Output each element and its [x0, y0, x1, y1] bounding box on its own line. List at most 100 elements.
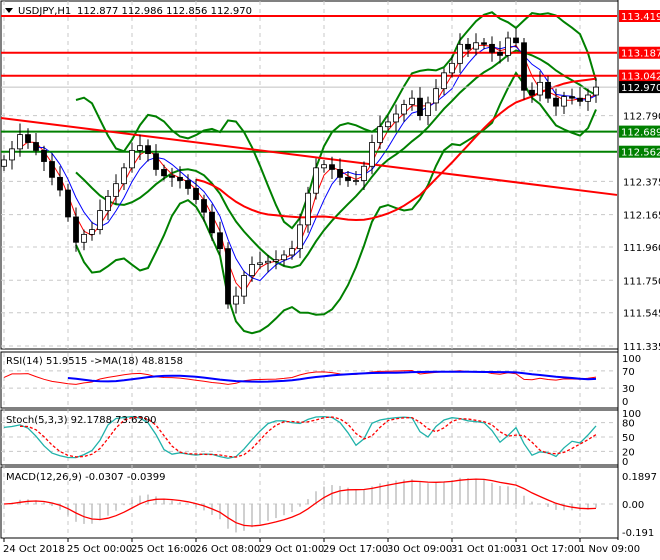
- main-price-panel: [0, 11, 618, 335]
- bear-candle: [169, 175, 175, 178]
- bear-candle: [57, 176, 63, 191]
- price-level-label: 113.187: [621, 49, 660, 60]
- bull-candle: [121, 167, 127, 185]
- bull-candle: [113, 183, 119, 197]
- ohlc-values: 112.877 112.986 112.856 112.970: [77, 6, 252, 17]
- price-tick-label: 111.335: [623, 342, 660, 353]
- bull-candle: [241, 275, 247, 297]
- bear-candle: [529, 89, 535, 96]
- bull-candle: [137, 145, 143, 151]
- bear-candle: [225, 248, 231, 305]
- time-tick-label: 25 Oct 16:00: [131, 544, 196, 555]
- rsi-tick-label: 0: [622, 397, 628, 408]
- bollinger-lower-band: [75, 71, 597, 335]
- bear-candle: [577, 97, 583, 102]
- indicator-panels: 100 70 30 0 RSI(14) 51.9515 ->MA(18) 48.8158…: [1, 354, 657, 539]
- rsi-tick-label: 70: [622, 367, 635, 378]
- bear-candle: [497, 51, 503, 56]
- bull-candle: [1, 159, 7, 167]
- bear-candle: [481, 42, 487, 45]
- bull-candle: [273, 259, 279, 262]
- bull-candle: [233, 295, 239, 305]
- bear-candle: [569, 96, 575, 99]
- bear-candle: [337, 169, 343, 178]
- price-tick-label: 112.790: [623, 112, 660, 123]
- bull-candle: [425, 102, 431, 117]
- bull-candle: [81, 233, 87, 243]
- price-tick-label: 111.545: [623, 309, 660, 320]
- bear-candle: [49, 161, 55, 178]
- bull-candle: [281, 254, 287, 261]
- bull-candle: [257, 262, 263, 265]
- bear-candle: [65, 189, 71, 218]
- bull-candle: [393, 113, 399, 123]
- time-axis: 24 Oct 2018 25 Oct 00:0025 Oct 16:0026 Oc…: [3, 538, 640, 555]
- stoch-tick-label: 80: [622, 419, 635, 430]
- bear-candle: [177, 176, 183, 181]
- chart-canvas[interactable]: 113.419 113.187 113.042112.970 112.790 112.6…: [0, 0, 660, 560]
- bull-candle: [265, 260, 271, 264]
- time-tick-label: 29 Oct 17:00: [323, 544, 388, 555]
- macd-tick-label: 0.00: [622, 500, 644, 511]
- bear-candle: [41, 150, 47, 162]
- stoch-tick-label: 50: [622, 433, 635, 444]
- price-level-label: 113.419: [621, 12, 660, 23]
- bear-candle: [545, 81, 551, 99]
- bear-candle: [553, 97, 559, 107]
- macd-tick-label: 0.1897: [622, 472, 657, 483]
- bull-candle: [305, 192, 311, 226]
- bull-candle: [17, 134, 23, 150]
- time-tick-label: 1 Nov 09:00: [579, 544, 640, 555]
- bear-candle: [217, 232, 223, 250]
- bull-candle: [313, 167, 319, 194]
- bear-candle: [73, 216, 79, 243]
- bull-candle: [409, 97, 415, 105]
- price-tick-label: 111.960: [623, 243, 660, 254]
- bull-candle: [537, 81, 543, 96]
- bull-candle: [353, 180, 359, 182]
- macd-signal-line: [3, 478, 597, 527]
- bull-candle: [9, 148, 15, 161]
- bull-candle: [385, 121, 391, 128]
- time-tick-label: 31 Oct 01:00: [451, 544, 516, 555]
- bear-candle: [465, 43, 471, 50]
- bull-candle: [449, 62, 455, 74]
- macd-tick-label: -0.191: [622, 528, 654, 539]
- rsi-label: RSI(14) 51.9515 ->MA(18) 48.8158: [6, 356, 183, 367]
- price-level-label: 112.689: [621, 128, 660, 139]
- bear-candle: [329, 164, 335, 170]
- macd-label: MACD(12,26,9) -0.0307 -0.0399: [6, 472, 166, 483]
- bear-candle: [33, 142, 39, 151]
- bull-candle: [561, 96, 567, 107]
- bear-candle: [201, 199, 207, 213]
- bull-candle: [361, 165, 367, 181]
- rsi-tick-label: 30: [622, 384, 635, 395]
- bull-candle: [505, 37, 511, 56]
- price-level-label: 112.970: [621, 83, 660, 94]
- rsi-ma-line: [67, 370, 597, 383]
- bear-candle: [161, 169, 167, 177]
- bear-candle: [345, 176, 351, 181]
- bull-candle: [105, 195, 111, 212]
- chart-window: 113.419 113.187 113.042112.970 112.790 112.6…: [0, 0, 660, 560]
- bollinger-upper-band: [75, 11, 597, 230]
- bull-candle: [433, 88, 439, 104]
- stoch-tick-label: 0: [622, 457, 628, 468]
- time-tick-label: 30 Oct 09:00: [387, 544, 452, 555]
- bull-candle: [297, 224, 303, 250]
- bull-candle: [321, 164, 327, 169]
- bear-candle: [185, 180, 191, 189]
- stoch-label: Stoch(5,3,3) 92.1788 73.6290: [6, 415, 157, 426]
- bull-candle: [473, 42, 479, 50]
- time-tick-label: 29 Oct 01:00: [259, 544, 324, 555]
- dropdown-triangle-icon[interactable]: [5, 8, 13, 13]
- bull-candle: [369, 142, 375, 167]
- symbol-label: USDJPY,H1: [18, 6, 71, 17]
- time-tick-label: 24 Oct 2018: [3, 544, 65, 555]
- chart-header: USDJPY,H1 112.877 112.986 112.856 112.97…: [5, 6, 252, 17]
- price-level-label: 112.562: [621, 148, 660, 159]
- price-axis: 113.419 113.187 113.042112.970 112.790 112.6…: [619, 10, 660, 353]
- price-tick-label: 112.375: [623, 177, 660, 188]
- bull-candle: [129, 150, 135, 169]
- trend-line: [0, 116, 618, 196]
